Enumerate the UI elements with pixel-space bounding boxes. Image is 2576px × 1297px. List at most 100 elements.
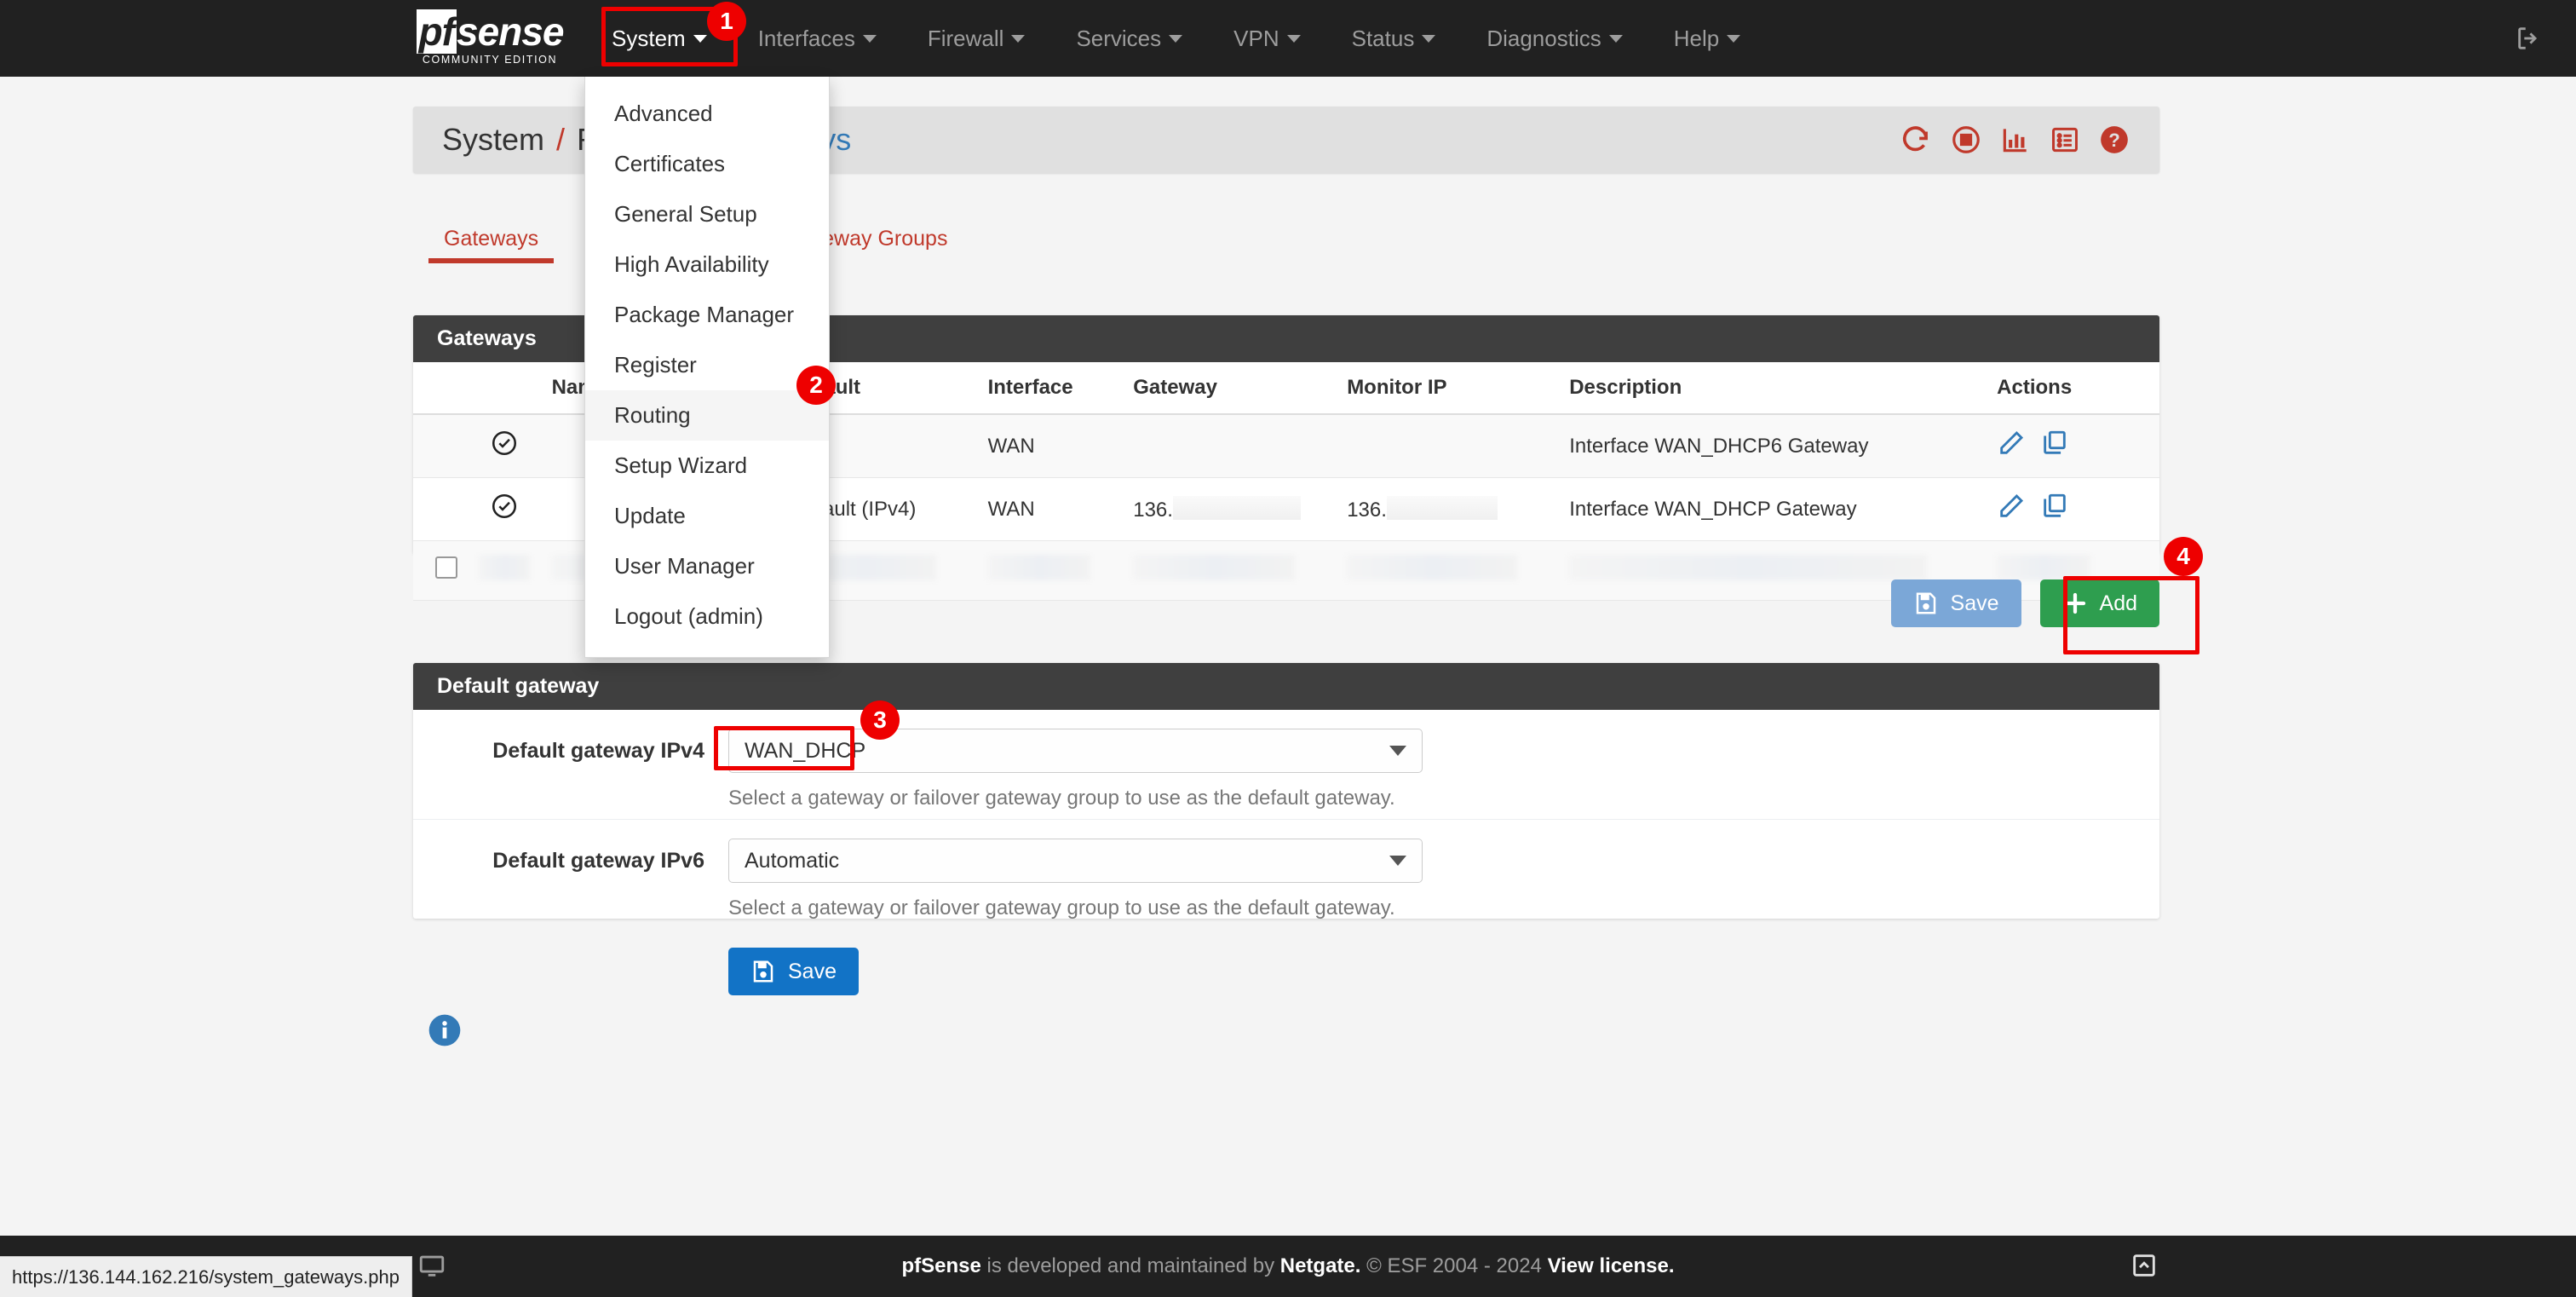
redaction-blur bbox=[479, 555, 531, 580]
screen-icon[interactable] bbox=[417, 1251, 446, 1280]
system-dropdown-menu: Advanced Certificates General Setup High… bbox=[584, 77, 830, 658]
info-circle-icon[interactable] bbox=[426, 1012, 463, 1049]
nav-label-vpn: VPN bbox=[1233, 25, 1279, 51]
menu-item-setup-wizard[interactable]: Setup Wizard bbox=[585, 441, 829, 491]
chevron-down-icon bbox=[693, 34, 707, 43]
chevron-down-icon bbox=[1422, 34, 1436, 43]
row-description: Interface WAN_DHCP Gateway bbox=[1561, 477, 1989, 541]
stop-icon[interactable] bbox=[1950, 124, 1982, 156]
tab-gateways[interactable]: Gateways bbox=[413, 220, 569, 263]
col-header-checkbox bbox=[413, 362, 467, 415]
menu-item-certificates[interactable]: Certificates bbox=[585, 139, 829, 189]
add-button-label: Add bbox=[2099, 591, 2137, 615]
pfsense-logo[interactable]: pfsense COMMUNITY EDITION bbox=[400, 0, 579, 77]
row-status-cell bbox=[466, 414, 543, 478]
default-gateway-ipv6-label: Default gateway IPv6 bbox=[492, 849, 704, 873]
nav-item-firewall[interactable]: Firewall bbox=[902, 0, 1051, 77]
row-gateway bbox=[1124, 414, 1339, 478]
menu-item-register[interactable]: Register bbox=[585, 340, 829, 390]
footer-text: pfSense is developed and maintained by N… bbox=[901, 1254, 1674, 1278]
help-icon[interactable]: ? bbox=[2098, 124, 2130, 156]
default-gateway-ipv6-value: Automatic bbox=[745, 848, 840, 873]
col-header-description: Description bbox=[1561, 362, 1989, 415]
plus-icon bbox=[2064, 592, 2085, 614]
chevron-down-icon bbox=[862, 34, 877, 43]
copy-icon[interactable] bbox=[2040, 429, 2069, 458]
save-icon bbox=[1916, 592, 1935, 614]
footer-text-2: © ESF 2004 - 2024 bbox=[1360, 1254, 1548, 1277]
check-circle-icon bbox=[492, 493, 517, 519]
sign-out-icon[interactable] bbox=[2515, 24, 2544, 53]
row-description: Interface WAN_DHCP6 Gateway bbox=[1561, 414, 1989, 478]
menu-item-routing[interactable]: Routing bbox=[585, 390, 829, 441]
default-gateway-ipv4-help: Select a gateway or failover gateway gro… bbox=[728, 787, 1395, 810]
menu-item-user-manager[interactable]: User Manager bbox=[585, 541, 829, 591]
bottom-save-container: Save bbox=[728, 948, 859, 995]
nav-item-help[interactable]: Help bbox=[1648, 0, 1766, 77]
nav-item-status[interactable]: Status bbox=[1326, 0, 1462, 77]
menu-item-update[interactable]: Update bbox=[585, 491, 829, 541]
col-header-monitor-ip: Monitor IP bbox=[1338, 362, 1561, 415]
col-header-actions: Actions bbox=[1988, 362, 2159, 415]
menu-item-advanced[interactable]: Advanced bbox=[585, 89, 829, 139]
edit-icon[interactable] bbox=[1997, 429, 2026, 458]
save-icon bbox=[753, 960, 773, 983]
reload-icon[interactable] bbox=[1900, 124, 1933, 156]
chevron-down-icon bbox=[1389, 856, 1406, 866]
nav-label-diagnostics: Diagnostics bbox=[1486, 25, 1601, 51]
default-gateway-ipv4-label: Default gateway IPv4 bbox=[492, 739, 704, 763]
col-header-interface: Interface bbox=[979, 362, 1125, 415]
log-list-icon[interactable] bbox=[2049, 124, 2081, 156]
chevron-down-icon bbox=[1011, 34, 1026, 43]
copy-icon[interactable] bbox=[2040, 492, 2069, 521]
footer-brand: pfSense bbox=[901, 1254, 981, 1277]
logo-pf-text: pf bbox=[416, 9, 457, 54]
check-circle-icon bbox=[492, 430, 517, 456]
footer-vendor: Netgate. bbox=[1279, 1254, 1361, 1277]
save-button-top[interactable]: Save bbox=[1890, 579, 2021, 627]
edit-icon[interactable] bbox=[1997, 492, 2026, 521]
menu-item-logout[interactable]: Logout (admin) bbox=[585, 591, 829, 642]
menu-item-package-manager[interactable]: Package Manager bbox=[585, 290, 829, 340]
add-button[interactable]: Add bbox=[2039, 579, 2159, 627]
chevron-down-icon bbox=[1286, 34, 1301, 43]
chevron-down-icon bbox=[1169, 34, 1183, 43]
nav-item-diagnostics[interactable]: Diagnostics bbox=[1461, 0, 1647, 77]
row-actions bbox=[1988, 477, 2159, 541]
nav-label-system: System bbox=[612, 25, 686, 51]
row-checkbox-cell[interactable] bbox=[413, 477, 467, 541]
chart-icon[interactable] bbox=[1999, 124, 2032, 156]
header-icon-group: ? bbox=[1900, 124, 2130, 156]
scroll-top-icon[interactable] bbox=[2130, 1251, 2159, 1280]
redaction-blur bbox=[987, 555, 1090, 580]
nav-item-vpn[interactable]: VPN bbox=[1208, 0, 1325, 77]
redaction-blur bbox=[1347, 555, 1518, 580]
chevron-down-icon bbox=[1608, 34, 1623, 43]
default-gateway-ipv4-select[interactable]: WAN_DHCP bbox=[728, 729, 1423, 773]
menu-item-high-availability[interactable]: High Availability bbox=[585, 239, 829, 290]
breadcrumb-separator: / bbox=[556, 122, 566, 157]
default-gateway-ipv4-row: Default gateway IPv4 WAN_DHCP Select a g… bbox=[413, 710, 2159, 820]
default-gateway-panel: Default gateway Default gateway IPv4 WAN… bbox=[413, 663, 2159, 919]
pfsense-gateways-page: pfsense COMMUNITY EDITION System Interfa… bbox=[0, 0, 2576, 1297]
nav-label-services: Services bbox=[1076, 25, 1162, 51]
row-interface: WAN bbox=[979, 477, 1125, 541]
tab-gateways-label: Gateways bbox=[444, 227, 539, 251]
redaction-blur bbox=[1569, 555, 1928, 580]
logo-edition-text: COMMUNITY EDITION bbox=[422, 53, 558, 66]
default-gateway-ipv4-value: WAN_DHCP bbox=[745, 738, 866, 763]
chevron-down-icon bbox=[1389, 746, 1406, 756]
row-checkbox-cell[interactable] bbox=[413, 414, 467, 478]
save-button-bottom[interactable]: Save bbox=[728, 948, 859, 995]
row-gateway: 136. bbox=[1133, 499, 1173, 522]
footer-license-link[interactable]: View license. bbox=[1548, 1254, 1675, 1277]
default-gateway-ipv6-select[interactable]: Automatic bbox=[728, 839, 1423, 883]
row-select-checkbox[interactable] bbox=[435, 556, 457, 579]
menu-item-general-setup[interactable]: General Setup bbox=[585, 189, 829, 239]
row-interface: WAN bbox=[979, 414, 1125, 478]
nav-item-services[interactable]: Services bbox=[1050, 0, 1208, 77]
footer-text-1: is developed and maintained by bbox=[980, 1254, 1280, 1277]
nav-menu: System Interfaces Firewall Services VPN … bbox=[586, 0, 1766, 77]
nav-item-system[interactable]: System bbox=[586, 0, 733, 77]
nav-item-interfaces[interactable]: Interfaces bbox=[733, 0, 902, 77]
